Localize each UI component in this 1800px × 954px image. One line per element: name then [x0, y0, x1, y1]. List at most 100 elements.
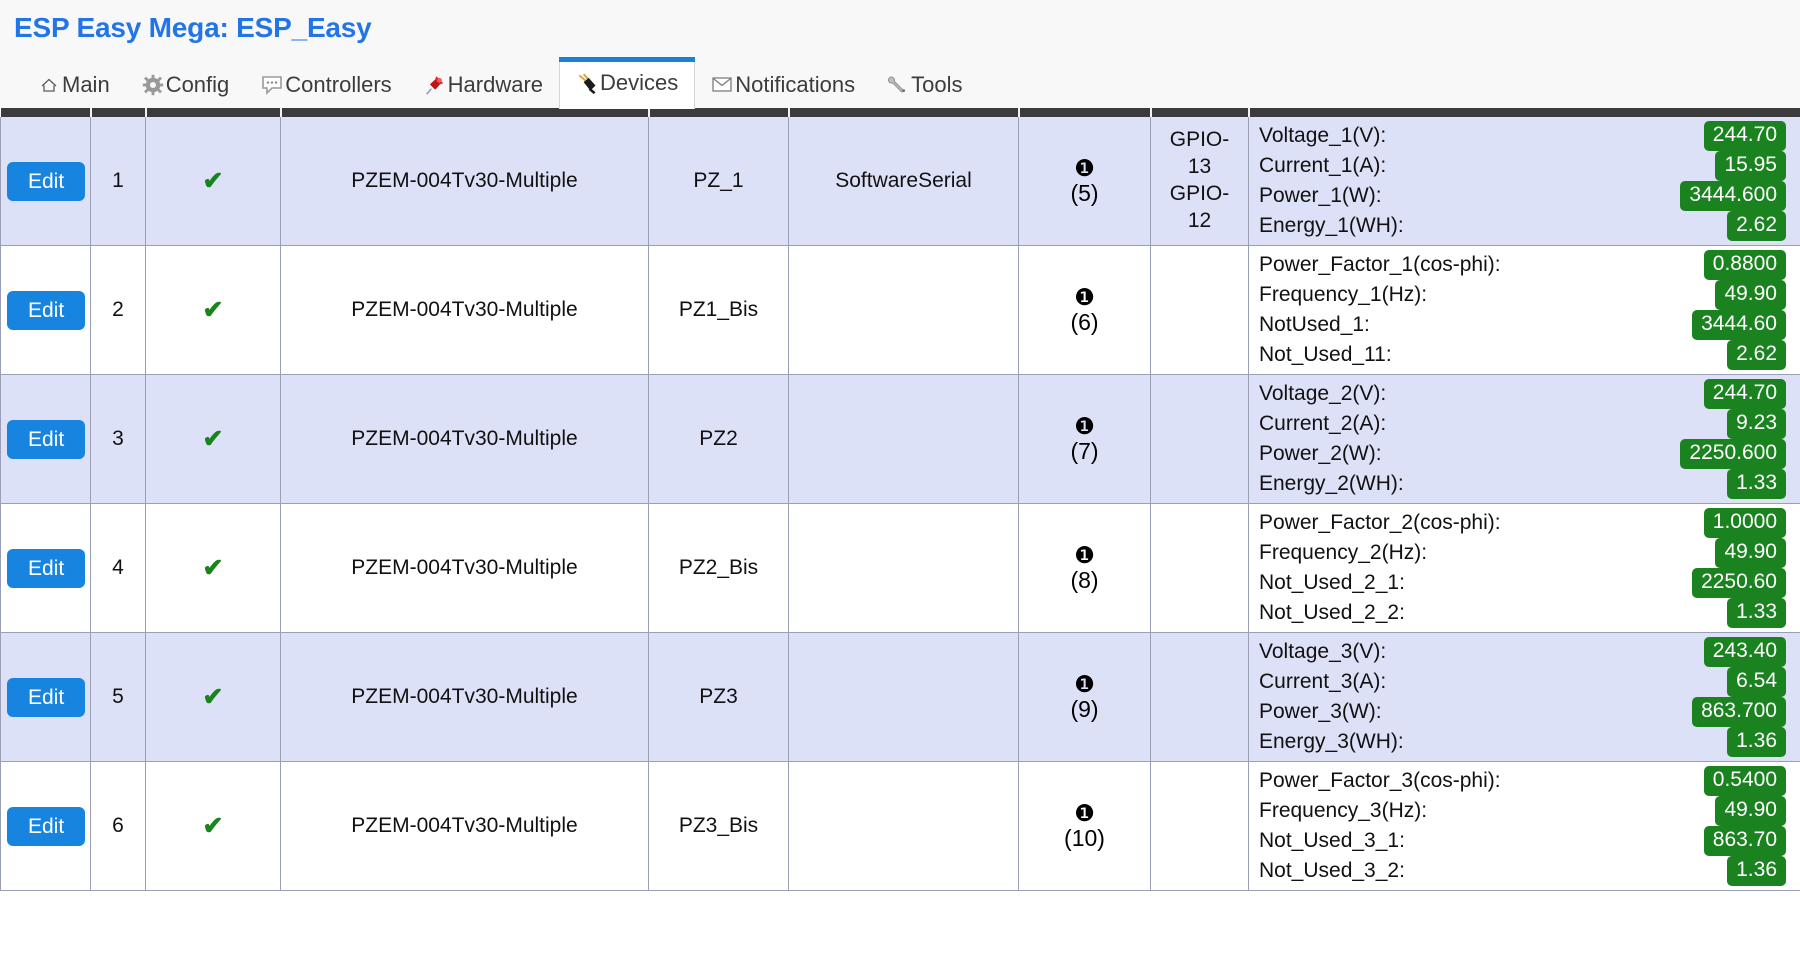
value-badge: 49.90	[1715, 796, 1786, 826]
value-row: Not_Used_3_2: 1.36	[1259, 856, 1786, 886]
value-row: Not_Used_2_2: 1.33	[1259, 598, 1786, 628]
cell-task-number: 1	[90, 117, 146, 246]
value-row: Power_3(W): 863.700	[1259, 697, 1786, 727]
header-gpio	[1150, 108, 1250, 117]
cell-task-name: PZ2	[648, 374, 789, 504]
tab-tools[interactable]: Tools	[871, 62, 978, 108]
value-row: Power_Factor_2(cos-phi): 1.0000	[1259, 508, 1786, 538]
value-label: Current_2(A):	[1259, 412, 1387, 435]
value-label: Not_Used_2_1:	[1259, 571, 1405, 594]
value-label: Frequency_2(Hz):	[1259, 541, 1428, 564]
tab-label: Controllers	[285, 72, 392, 97]
value-label: Power_Factor_2(cos-phi):	[1259, 511, 1501, 534]
cell-values: Voltage_2(V): 244.70 Current_2(A): 9.23 Powe…	[1248, 374, 1800, 504]
value-badge: 2.62	[1727, 211, 1786, 241]
tab-controllers[interactable]: Controllers	[245, 62, 407, 108]
header-name	[648, 108, 790, 117]
edit-button[interactable]: Edit	[7, 548, 86, 588]
value-row: Current_1(A): 15.95	[1259, 151, 1786, 181]
table-row: Edit 2 ✔ PZEM-004Tv30-Multiple PZ1_Bis ❶ (6) Po…	[0, 245, 1800, 375]
edit-button[interactable]: Edit	[7, 290, 86, 330]
edit-button[interactable]: Edit	[7, 161, 86, 201]
cell-controller: ❶ (8)	[1018, 503, 1151, 633]
page-title: ESP Easy Mega: ESP_Easy	[14, 12, 372, 43]
tab-devices[interactable]: Devices	[559, 57, 696, 109]
cell-edit: Edit	[0, 117, 91, 246]
value-label: Energy_3(WH):	[1259, 730, 1404, 753]
cell-port: SoftwareSerial	[788, 117, 1019, 246]
value-label: Power_3(W):	[1259, 700, 1382, 723]
cell-controller: ❶ (5)	[1018, 117, 1151, 246]
home-icon	[38, 74, 60, 96]
value-label: Current_3(A):	[1259, 670, 1387, 693]
value-badge: 9.23	[1727, 409, 1786, 439]
cell-enabled: ✔	[145, 503, 281, 633]
header-nr	[90, 108, 147, 117]
value-badge: 2250.600	[1680, 439, 1786, 469]
controller-index: (10)	[1064, 825, 1105, 851]
value-label: Frequency_3(Hz):	[1259, 799, 1428, 822]
cell-task-name: PZ1_Bis	[648, 245, 789, 375]
controller-index: (5)	[1070, 180, 1099, 206]
value-label: Not_Used_2_2:	[1259, 601, 1405, 624]
value-row: Frequency_3(Hz): 49.90	[1259, 796, 1786, 826]
pushpin-icon	[424, 74, 446, 96]
controller-number-icon: ❶	[1074, 283, 1095, 310]
value-badge: 2.62	[1727, 340, 1786, 370]
value-row: Voltage_3(V): 243.40	[1259, 637, 1786, 667]
tab-main[interactable]: Main	[22, 62, 126, 108]
value-label: Energy_1(WH):	[1259, 214, 1404, 237]
value-badge: 49.90	[1715, 280, 1786, 310]
devices-table: Edit 1 ✔ PZEM-004Tv30-Multiple PZ_1 SoftwareS…	[0, 108, 1800, 891]
value-label: Frequency_1(Hz):	[1259, 283, 1428, 306]
cell-gpio: GPIO- 13 GPIO- 12	[1150, 117, 1249, 246]
cell-port	[788, 503, 1019, 633]
cell-edit: Edit	[0, 374, 91, 504]
value-label: Current_1(A):	[1259, 154, 1387, 177]
value-label: Power_Factor_1(cos-phi):	[1259, 253, 1501, 276]
controller-number-icon: ❶	[1074, 154, 1095, 181]
value-row: Energy_3(WH): 1.36	[1259, 727, 1786, 757]
cell-task-number: 4	[90, 503, 146, 633]
edit-button[interactable]: Edit	[7, 806, 86, 846]
value-row: Not_Used_11: 2.62	[1259, 340, 1786, 370]
value-row: Power_1(W): 3444.600	[1259, 181, 1786, 211]
tab-hardware[interactable]: Hardware	[408, 62, 559, 108]
value-label: Energy_2(WH):	[1259, 472, 1404, 495]
edit-button[interactable]: Edit	[7, 677, 86, 717]
edit-button[interactable]: Edit	[7, 419, 86, 459]
check-icon: ✔	[202, 812, 224, 840]
envelope-icon	[711, 74, 733, 96]
tab-label: Notifications	[735, 72, 856, 97]
values-list: Voltage_3(V): 243.40 Current_3(A): 6.54 Powe…	[1255, 633, 1794, 761]
cell-edit: Edit	[0, 245, 91, 375]
tab-config[interactable]: Config	[126, 62, 246, 108]
table-row: Edit 5 ✔ PZEM-004Tv30-Multiple PZ3 ❶ (9) Voltag…	[0, 632, 1800, 762]
main-navigation-tabs: Main Config Controllers Hardware Devices Noti…	[0, 56, 1800, 109]
value-badge: 1.33	[1727, 598, 1786, 628]
value-row: Power_Factor_3(cos-phi): 0.5400	[1259, 766, 1786, 796]
header-device	[280, 108, 650, 117]
values-list: Voltage_1(V): 244.70 Current_1(A): 15.95 Pow…	[1255, 117, 1794, 245]
values-list: Voltage_2(V): 244.70 Current_2(A): 9.23 Powe…	[1255, 375, 1794, 503]
value-badge: 0.5400	[1703, 766, 1786, 796]
cell-values: Power_Factor_3(cos-phi): 0.5400 Frequency_…	[1248, 761, 1800, 891]
controller-number-icon: ❶	[1074, 799, 1095, 826]
table-row: Edit 1 ✔ PZEM-004Tv30-Multiple PZ_1 SoftwareS…	[0, 117, 1800, 246]
gpio-line: GPIO-	[1169, 128, 1230, 152]
cell-device-type: PZEM-004Tv30-Multiple	[280, 117, 649, 246]
tab-label: Main	[62, 72, 110, 97]
value-badge: 1.0000	[1703, 508, 1786, 538]
cell-enabled: ✔	[145, 632, 281, 762]
tab-label: Devices	[600, 69, 679, 95]
cell-port	[788, 761, 1019, 891]
cell-enabled: ✔	[145, 117, 281, 246]
cell-gpio	[1150, 761, 1249, 891]
value-badge: 6.54	[1727, 667, 1786, 697]
value-label: Power_2(W):	[1259, 442, 1382, 465]
cell-edit: Edit	[0, 503, 91, 633]
header-port	[788, 108, 1020, 117]
cell-task-number: 6	[90, 761, 146, 891]
tab-notifications[interactable]: Notifications	[695, 62, 871, 108]
page-header: ESP Easy Mega: ESP_Easy	[0, 0, 1800, 56]
